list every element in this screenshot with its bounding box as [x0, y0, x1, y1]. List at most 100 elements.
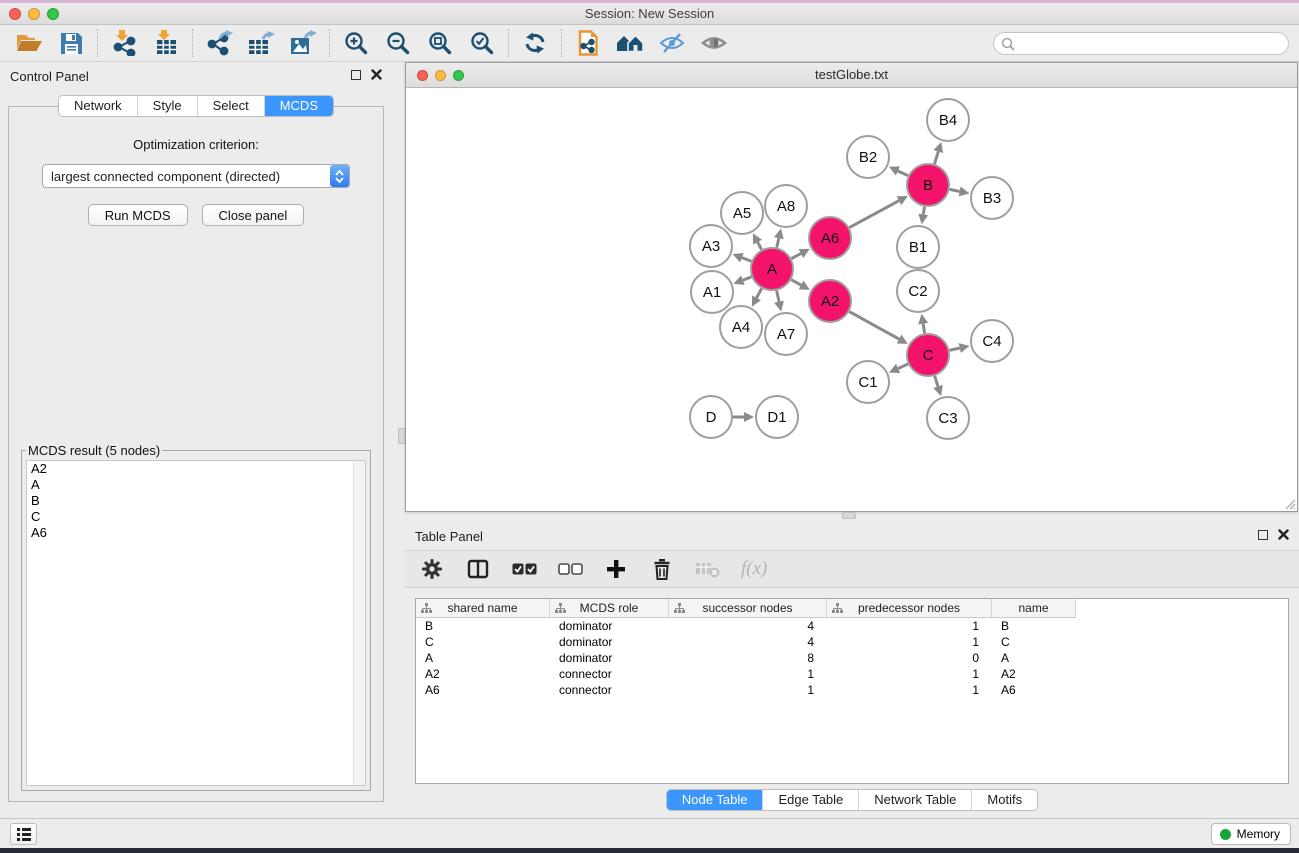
graph-edge-A-A5[interactable]: [758, 242, 762, 250]
vertical-split-handle[interactable]: [398, 428, 405, 444]
zoom-window-button[interactable]: [47, 8, 59, 20]
table-row[interactable]: A6connector11A6: [416, 682, 1288, 698]
add-column-button[interactable]: [603, 555, 629, 583]
network-canvas[interactable]: B4B2BB3A5A8A6B1A3AC2A1A2A4A7C4CC1C3DD1: [406, 88, 1297, 511]
graph-node-A5[interactable]: A5: [721, 192, 763, 234]
graph-node-D1[interactable]: D1: [756, 396, 798, 438]
result-item[interactable]: A2: [27, 461, 365, 477]
result-scrollbar[interactable]: [353, 461, 365, 785]
homes-button[interactable]: [609, 28, 651, 58]
graph-edge-B-B1[interactable]: [923, 207, 924, 215]
import-table-button[interactable]: [145, 28, 187, 58]
open-session-button[interactable]: [8, 28, 50, 58]
graph-node-D[interactable]: D: [690, 396, 732, 438]
tab-network-table[interactable]: Network Table: [858, 790, 971, 810]
graph-edge-A-A7[interactable]: [777, 291, 779, 302]
delete-column-button[interactable]: [649, 555, 675, 583]
graph-node-B3[interactable]: B3: [971, 177, 1013, 219]
graph-edge-B-B2[interactable]: [898, 171, 908, 176]
table-settings-button[interactable]: [419, 555, 445, 583]
result-item[interactable]: A: [27, 477, 365, 493]
zoom-selected-button[interactable]: [461, 28, 503, 58]
column-header-predecessor-nodes[interactable]: predecessor nodes: [827, 599, 992, 618]
graph-node-A2[interactable]: A2: [809, 280, 851, 322]
close-window-button[interactable]: [9, 8, 21, 20]
table-row[interactable]: Adominator80A: [416, 650, 1288, 666]
graph-edge-A-A4[interactable]: [757, 288, 762, 297]
graph-node-A6[interactable]: A6: [809, 217, 851, 259]
graph-edge-A-A3[interactable]: [742, 258, 752, 262]
resize-grip-icon[interactable]: [1281, 495, 1296, 510]
graph-node-A4[interactable]: A4: [720, 306, 762, 348]
tab-edge-table[interactable]: Edge Table: [762, 790, 858, 810]
graph-node-C1[interactable]: C1: [847, 361, 889, 403]
table-row[interactable]: Cdominator41C: [416, 634, 1288, 650]
result-item[interactable]: C: [27, 509, 365, 525]
column-header-name[interactable]: name: [992, 599, 1076, 618]
search-input[interactable]: [1019, 35, 1288, 53]
graph-node-B2[interactable]: B2: [847, 136, 889, 178]
import-network-button[interactable]: [103, 28, 145, 58]
graph-node-C2[interactable]: C2: [897, 270, 939, 312]
float-panel-icon[interactable]: [351, 70, 361, 80]
show-view-button[interactable]: [693, 28, 735, 58]
tab-motifs[interactable]: Motifs: [971, 790, 1037, 810]
select-all-checkboxes-button[interactable]: [511, 555, 537, 583]
export-table-button[interactable]: [240, 28, 282, 58]
minimize-window-button[interactable]: [28, 8, 40, 20]
graph-node-C4[interactable]: C4: [971, 320, 1013, 362]
zoom-out-button[interactable]: [377, 28, 419, 58]
criterion-select[interactable]: largest connected component (directed): [42, 164, 350, 188]
split-view-button[interactable]: [465, 555, 491, 583]
memory-button[interactable]: Memory: [1211, 823, 1291, 845]
network-close-button[interactable]: [417, 70, 428, 81]
graph-edge-C-C1[interactable]: [898, 364, 908, 368]
save-session-button[interactable]: [50, 28, 92, 58]
graph-node-A[interactable]: A: [751, 248, 793, 290]
tab-select[interactable]: Select: [197, 96, 264, 116]
result-item[interactable]: B: [27, 493, 365, 509]
export-image-button[interactable]: [282, 28, 324, 58]
graph-node-C[interactable]: C: [907, 334, 949, 376]
graph-edge-C-C4[interactable]: [949, 348, 959, 350]
column-header-MCDS-role[interactable]: MCDS role: [550, 599, 669, 618]
horizontal-split-handle[interactable]: [842, 512, 856, 519]
close-table-panel-icon[interactable]: [1278, 529, 1289, 540]
column-header-successor-nodes[interactable]: successor nodes: [669, 599, 827, 618]
graph-node-B1[interactable]: B1: [897, 226, 939, 268]
float-table-panel-icon[interactable]: [1258, 530, 1268, 540]
graph-edge-B-B4[interactable]: [934, 152, 938, 164]
graph-edge-C-C2[interactable]: [923, 324, 925, 334]
graph-edge-A6-B[interactable]: [849, 201, 899, 228]
graph-edge-A-A1[interactable]: [743, 277, 752, 280]
close-panel-icon[interactable]: [371, 69, 382, 80]
tab-network[interactable]: Network: [59, 96, 137, 116]
run-mcds-button[interactable]: Run MCDS: [88, 204, 188, 226]
column-header-shared-name[interactable]: shared name: [416, 599, 550, 618]
duplicate-network-button[interactable]: [567, 28, 609, 58]
graph-node-A8[interactable]: A8: [765, 185, 807, 227]
tab-node-table[interactable]: Node Table: [667, 790, 763, 810]
graph-edge-A2-C[interactable]: [849, 312, 899, 339]
table-row[interactable]: A2connector11A2: [416, 666, 1288, 682]
graph-edge-A-A8[interactable]: [777, 238, 779, 247]
task-history-button[interactable]: [10, 823, 37, 845]
zoom-fit-button[interactable]: [419, 28, 461, 58]
hide-panels-button[interactable]: [651, 28, 693, 58]
graph-node-B[interactable]: B: [907, 164, 949, 206]
refresh-layout-button[interactable]: [514, 28, 556, 58]
table-row[interactable]: Bdominator41B: [416, 618, 1288, 634]
export-network-button[interactable]: [198, 28, 240, 58]
network-minimize-button[interactable]: [435, 70, 446, 81]
result-item[interactable]: A6: [27, 525, 365, 541]
graph-node-A7[interactable]: A7: [765, 313, 807, 355]
zoom-in-button[interactable]: [335, 28, 377, 58]
graph-node-C3[interactable]: C3: [927, 397, 969, 439]
graph-edge-B-B3[interactable]: [950, 189, 960, 191]
tab-style[interactable]: Style: [137, 96, 197, 116]
close-panel-button[interactable]: Close panel: [202, 204, 305, 226]
graph-edge-A-A6[interactable]: [791, 254, 800, 259]
deselect-all-checkboxes-button[interactable]: [557, 555, 583, 583]
graph-edge-C-C3[interactable]: [935, 376, 938, 387]
graph-node-A3[interactable]: A3: [690, 225, 732, 267]
